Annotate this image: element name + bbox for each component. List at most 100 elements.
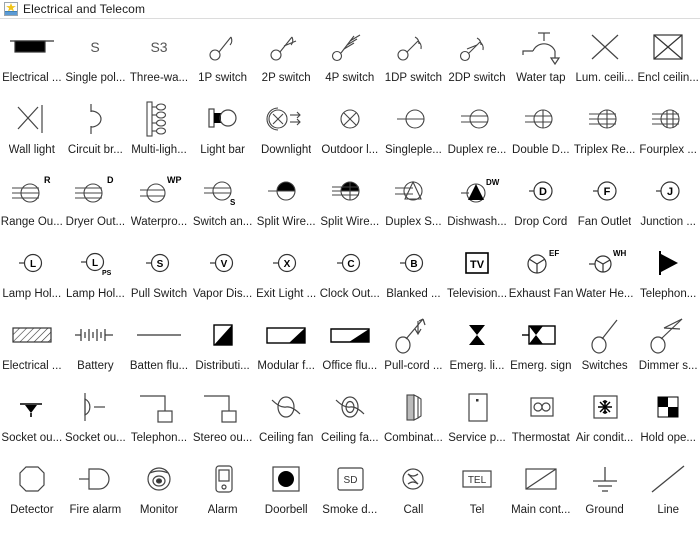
water-tap-icon[interactable] [510, 23, 572, 71]
batten-fluorescent-icon[interactable] [128, 311, 190, 359]
triplex-receptacle-icon[interactable] [574, 95, 636, 143]
palette-item[interactable]: Outdoor l... [318, 91, 382, 163]
palette-item[interactable]: Duplex re... [445, 91, 509, 163]
electrical-panel-icon[interactable] [1, 23, 63, 71]
palette-item[interactable]: Modular f... [254, 307, 318, 379]
palette-item[interactable]: DW Dishwash... [445, 163, 509, 235]
palette-item[interactable]: Air condit... [573, 379, 637, 451]
palette-item[interactable]: Detector [0, 451, 64, 523]
main-contactor-icon[interactable] [510, 455, 572, 503]
modular-fluorescent-icon[interactable] [255, 311, 317, 359]
palette-item[interactable]: Ground [573, 451, 637, 523]
telephone-jack-icon[interactable] [637, 239, 699, 287]
office-fluorescent-icon[interactable] [319, 311, 381, 359]
duplex-special-triangle-icon[interactable] [382, 167, 444, 215]
palette-item[interactable]: Electrical ... [0, 19, 64, 91]
palette-item[interactable]: Electrical ... [0, 307, 64, 379]
palette-item[interactable]: Thermostat [509, 379, 573, 451]
line-icon[interactable] [637, 455, 699, 503]
electrical-hatched-box-icon[interactable] [1, 311, 63, 359]
enclosed-ceiling-icon[interactable] [637, 23, 699, 71]
palette-item[interactable]: Wall light [0, 91, 64, 163]
palette-item[interactable]: L Lamp Hol... [0, 235, 64, 307]
palette-item[interactable]: Fourplex ... [636, 91, 700, 163]
palette-item[interactable]: Multi-ligh... [127, 91, 191, 163]
junction-box-j-icon[interactable]: J [637, 167, 699, 215]
fourplex-receptacle-icon[interactable] [637, 95, 699, 143]
palette-item[interactable]: Water tap [509, 19, 573, 91]
palette-item[interactable]: J Junction ... [636, 163, 700, 235]
palette-item[interactable]: S Single pol... [64, 19, 128, 91]
4p-switch-icon[interactable] [319, 23, 381, 71]
palette-item[interactable]: Doorbell [254, 451, 318, 523]
luminaire-ceiling-icon[interactable] [574, 23, 636, 71]
call-point-icon[interactable] [382, 455, 444, 503]
palette-item[interactable]: Main cont... [509, 451, 573, 523]
circuit-breaker-icon[interactable] [64, 95, 126, 143]
switches-icon[interactable] [574, 311, 636, 359]
palette-item[interactable]: F Fan Outlet [573, 163, 637, 235]
palette-item[interactable]: 2P switch [254, 19, 318, 91]
monitor-camera-icon[interactable] [128, 455, 190, 503]
double-duplex-receptacle-icon[interactable] [510, 95, 572, 143]
detector-icon[interactable] [1, 455, 63, 503]
palette-item[interactable]: 1DP switch [382, 19, 446, 91]
palette-item[interactable]: Call [382, 451, 446, 523]
1dp-switch-icon[interactable] [382, 23, 444, 71]
palette-item[interactable]: 4P switch [318, 19, 382, 91]
exhaust-fan-ef-icon[interactable]: EF [510, 239, 572, 287]
water-heater-wh-icon[interactable]: WH [574, 239, 636, 287]
palette-item[interactable]: Dimmer s... [636, 307, 700, 379]
alarm-panel-icon[interactable] [192, 455, 254, 503]
palette-item[interactable]: Double D... [509, 91, 573, 163]
1p-switch-icon[interactable] [192, 23, 254, 71]
palette-item[interactable]: S Pull Switch [127, 235, 191, 307]
dishwasher-dw-icon[interactable]: DW [446, 167, 508, 215]
palette-item[interactable]: V Vapor Dis... [191, 235, 255, 307]
stereo-outlet-icon[interactable] [192, 383, 254, 431]
palette-item[interactable]: Lum. ceili... [573, 19, 637, 91]
palette-item[interactable]: Split Wire... [254, 163, 318, 235]
palette-item[interactable]: Emerg. li... [445, 307, 509, 379]
downlight-icon[interactable] [255, 95, 317, 143]
light-bar-icon[interactable] [192, 95, 254, 143]
clock-outlet-c-icon[interactable]: C [319, 239, 381, 287]
dimmer-switch-icon[interactable] [637, 311, 699, 359]
socket-outlet-switched-icon[interactable] [64, 383, 126, 431]
palette-item[interactable]: R Range Ou... [0, 163, 64, 235]
pull-cord-switch-icon[interactable] [382, 311, 444, 359]
hold-open-device-icon[interactable] [637, 383, 699, 431]
palette-item[interactable]: Fire alarm [64, 451, 128, 523]
distribution-board-icon[interactable] [192, 311, 254, 359]
palette-item[interactable]: 2DP switch [445, 19, 509, 91]
outdoor-light-icon[interactable] [319, 95, 381, 143]
waterproof-outlet-wp-icon[interactable]: WP [128, 167, 190, 215]
smoke-detector-sd-icon[interactable]: SD [319, 455, 381, 503]
palette-item[interactable]: Triplex Re... [573, 91, 637, 163]
lamp-holder-l-icon[interactable]: L [1, 239, 63, 287]
palette-item[interactable]: Light bar [191, 91, 255, 163]
wall-light-icon[interactable] [1, 95, 63, 143]
palette-item[interactable]: Batten flu... [127, 307, 191, 379]
telephone-outlet-icon[interactable] [128, 383, 190, 431]
palette-item[interactable]: Telephon... [127, 379, 191, 451]
combination-unit-icon[interactable] [382, 383, 444, 431]
drop-cord-d-icon[interactable]: D [510, 167, 572, 215]
palette-item[interactable]: Telephon... [636, 235, 700, 307]
single-receptacle-icon[interactable] [382, 95, 444, 143]
palette-item[interactable]: Circuit br... [64, 91, 128, 163]
palette-item[interactable]: Pull-cord ... [382, 307, 446, 379]
palette-item[interactable]: Emerg. sign [509, 307, 573, 379]
palette-item[interactable]: Line [636, 451, 700, 523]
palette-item[interactable]: Switches [573, 307, 637, 379]
vapor-discharge-v-icon[interactable]: V [192, 239, 254, 287]
palette-item[interactable]: Stereo ou... [191, 379, 255, 451]
exit-light-x-icon[interactable]: X [255, 239, 317, 287]
emergency-sign-icon[interactable] [510, 311, 572, 359]
emergency-light-icon[interactable] [446, 311, 508, 359]
telephone-tel-icon[interactable]: TEL [446, 455, 508, 503]
palette-item[interactable]: Ceiling fan [254, 379, 318, 451]
lamp-holder-ps-icon[interactable]: L PS [64, 239, 126, 287]
2dp-switch-icon[interactable] [446, 23, 508, 71]
palette-item[interactable]: Socket ou... [0, 379, 64, 451]
